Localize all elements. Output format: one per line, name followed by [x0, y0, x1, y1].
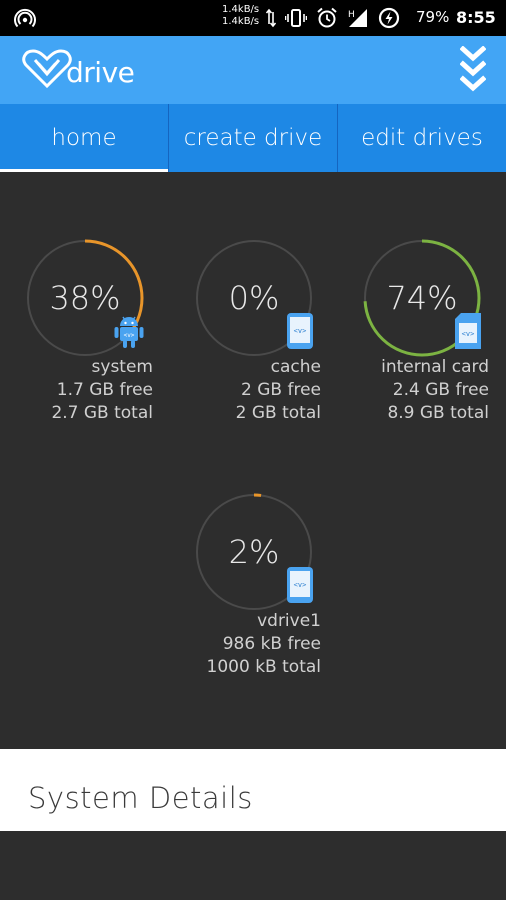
drive-name: system [91, 357, 153, 377]
svg-text:<v>: <v> [294, 327, 307, 335]
tab-edit-drives[interactable]: edit drives [338, 104, 506, 172]
hotspot-icon [14, 8, 36, 28]
drive-info: vdrive1 986 kB free 1000 kB total [141, 610, 321, 679]
net-speed-down: 1.4kB/s [222, 16, 260, 27]
svg-text:<v>: <v> [124, 332, 135, 339]
tab-home[interactable]: home [0, 104, 169, 172]
drive-total: 2.7 GB total [51, 403, 153, 423]
drive-total: 8.9 GB total [387, 403, 489, 423]
drive-free: 2.4 GB free [392, 380, 489, 400]
battery-saver-icon [378, 7, 400, 29]
svg-text:<v>: <v> [294, 581, 307, 589]
svg-text:<v>: <v> [462, 330, 475, 338]
drive-free: 1.7 GB free [56, 380, 153, 400]
drive-name: internal card [381, 357, 489, 377]
drive-info: internal card 2.4 GB free 8.9 GB total [309, 356, 489, 425]
drive-info: cache 2 GB free 2 GB total [141, 356, 321, 425]
sd-card-icon: <v> [455, 313, 481, 349]
app-bar: drive [0, 36, 506, 104]
status-bar: 1.4kB/s 1.4kB/s H 79% 8:55 [0, 0, 506, 36]
tab-bar: home create drive edit drives [0, 104, 506, 172]
battery-percent: 79% [416, 8, 450, 26]
drive-total: 2 GB total [235, 403, 321, 423]
clock: 8:55 [456, 8, 496, 27]
drive-total: 1000 kB total [206, 657, 321, 677]
drive-name: vdrive1 [257, 611, 321, 631]
chevrons-down-menu-icon[interactable] [460, 46, 486, 94]
drive-info: system 1.7 GB free 2.7 GB total [0, 356, 153, 425]
vdrive-logo-icon [22, 49, 72, 89]
network-speed: 1.4kB/s 1.4kB/s [222, 4, 259, 28]
alarm-icon [317, 7, 337, 28]
android-icon: <v> [114, 316, 144, 348]
system-details-title: System Details [28, 781, 253, 815]
drive-name: cache [270, 357, 321, 377]
status-icons: H [266, 7, 400, 29]
signal-icon: H [348, 9, 367, 27]
svg-text:H: H [348, 10, 355, 20]
app-name: drive [66, 56, 135, 89]
system-details-section[interactable]: System Details [0, 749, 506, 831]
drive-free: 2 GB free [241, 380, 321, 400]
phone-icon: <v> [287, 313, 313, 349]
tab-create-drive[interactable]: create drive [169, 104, 338, 172]
vibrate-icon [285, 9, 307, 27]
data-transfer-icon [266, 8, 276, 28]
drive-free: 986 kB free [222, 634, 321, 654]
net-speed-up: 1.4kB/s [222, 4, 260, 15]
phone-icon: <v> [287, 567, 313, 603]
